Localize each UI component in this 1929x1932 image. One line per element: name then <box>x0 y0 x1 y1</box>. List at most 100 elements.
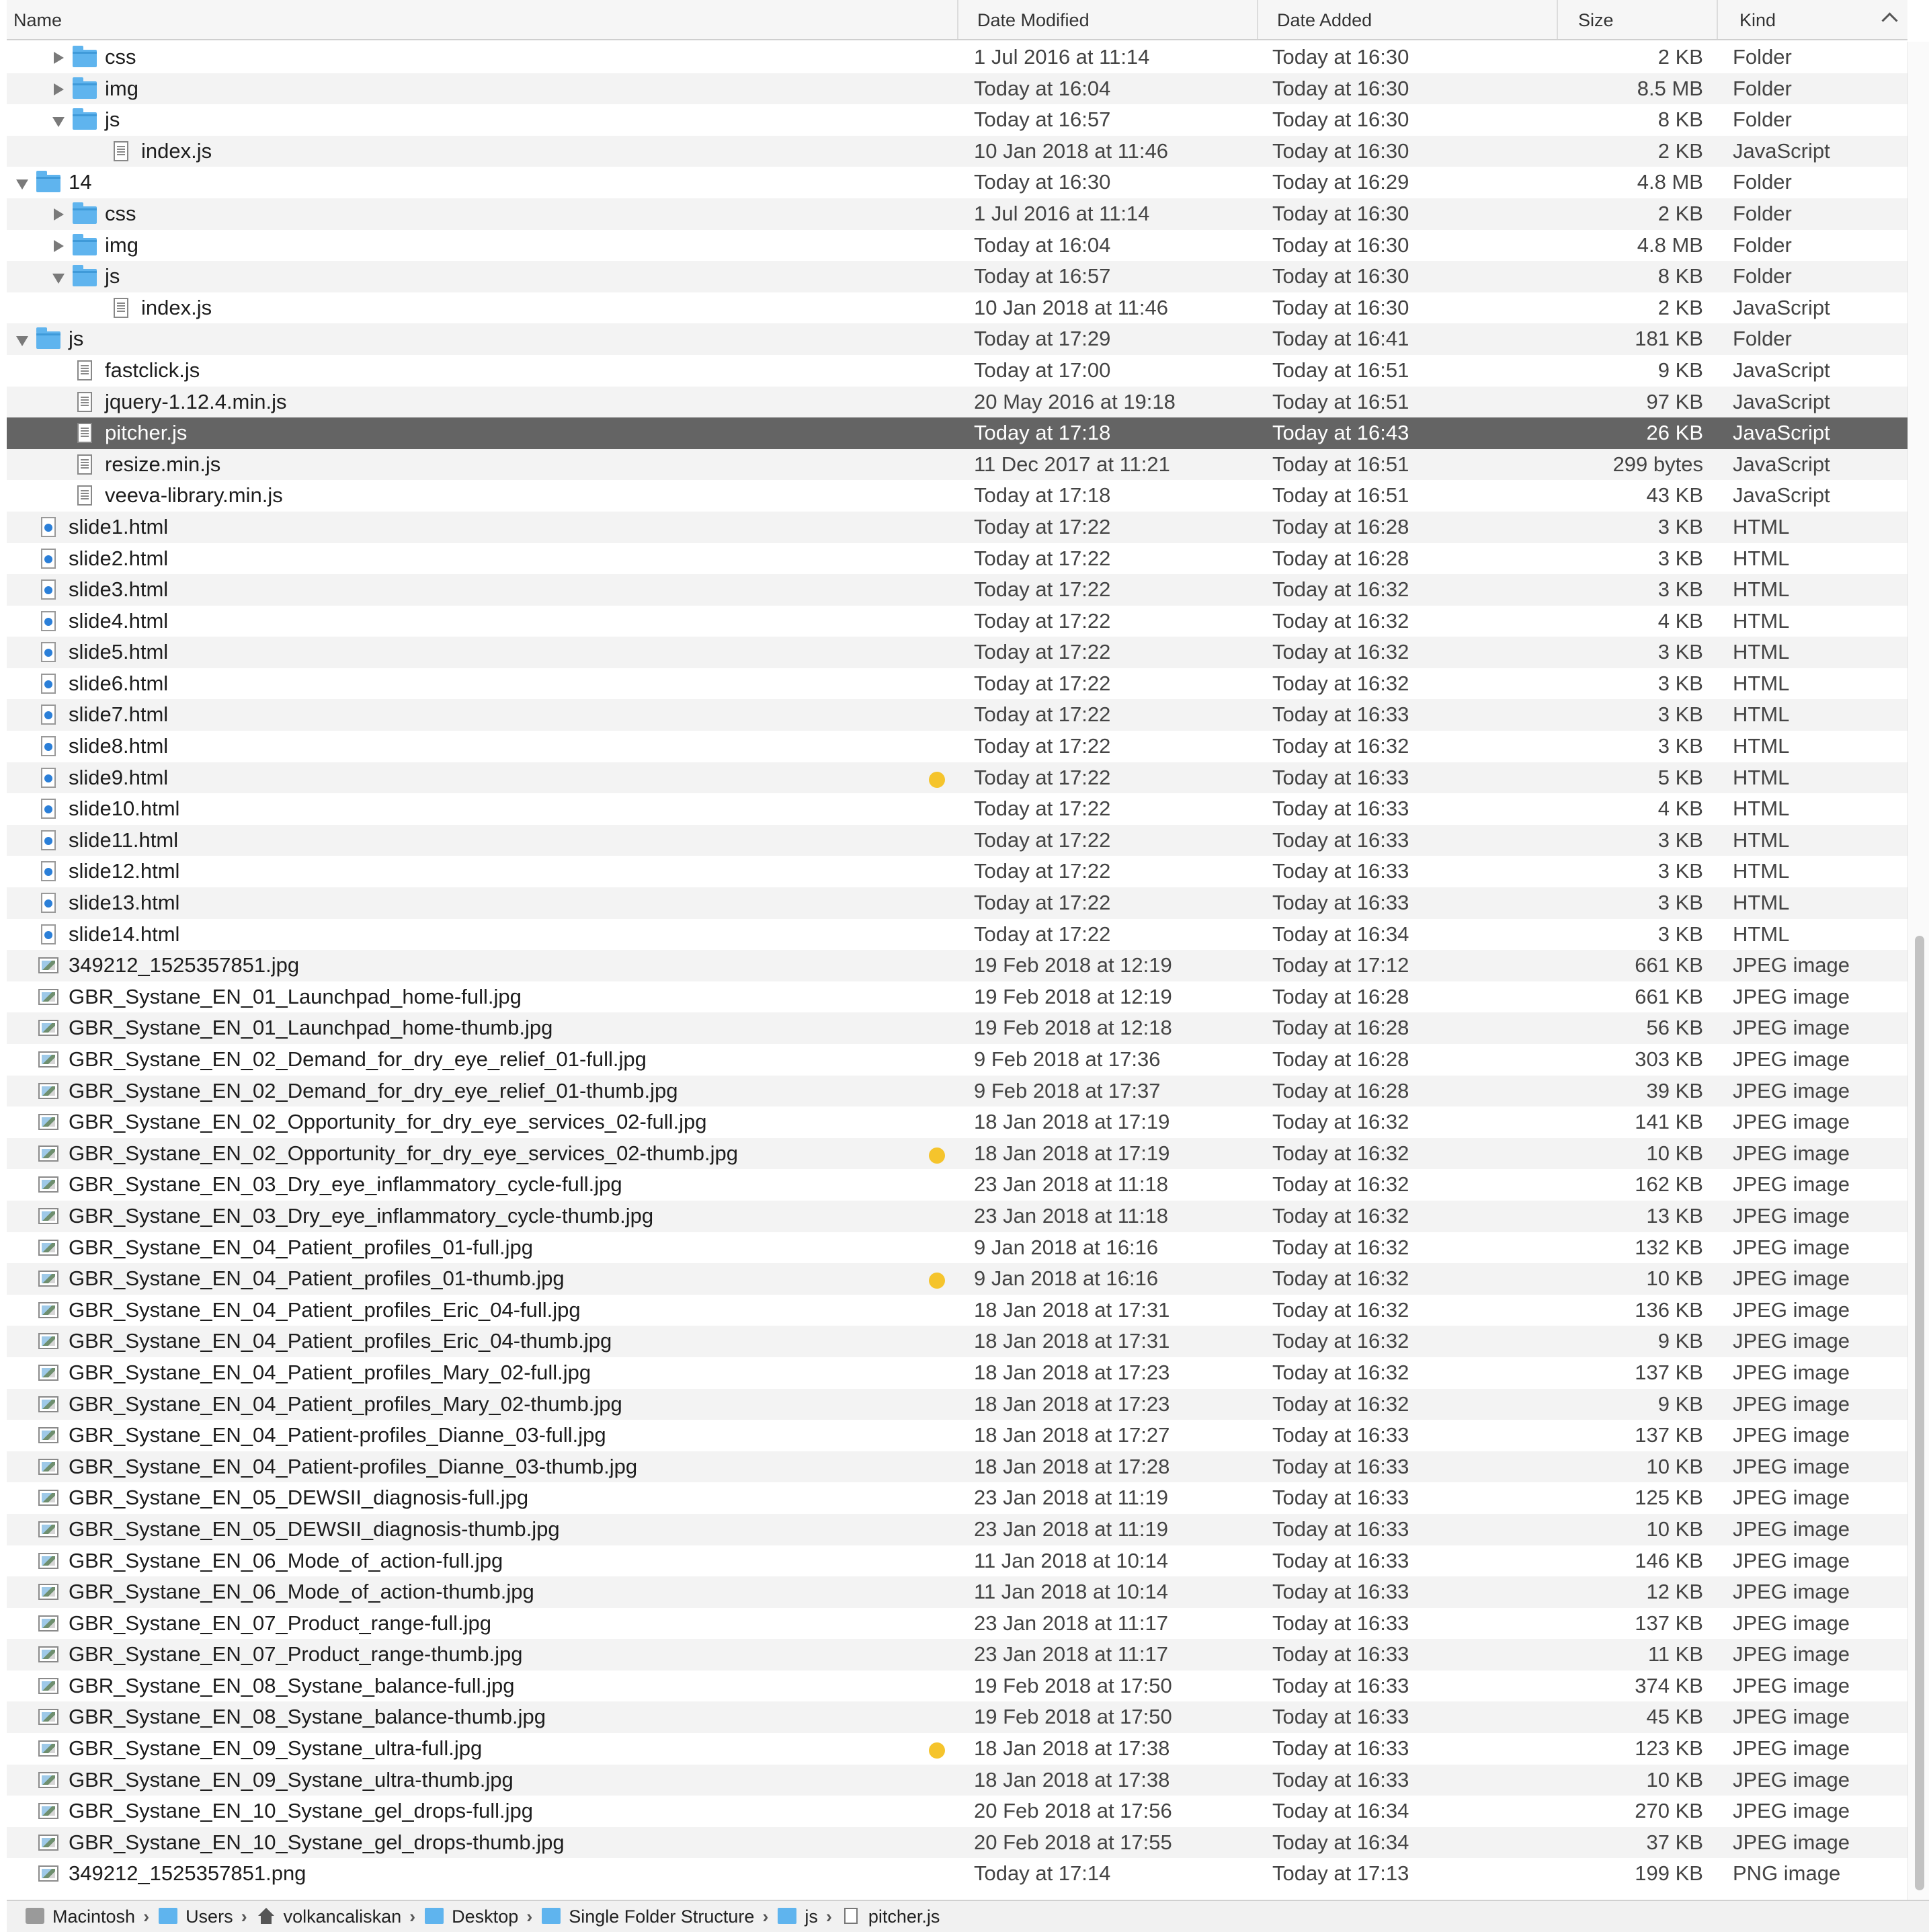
table-row[interactable]: GBR_Systane_EN_06_Mode_of_action-thumb.j… <box>7 1576 1907 1608</box>
table-row[interactable]: veeva-library.min.js Today at 17:18 Today … <box>7 480 1907 512</box>
disclosure-closed-icon[interactable] <box>54 239 64 252</box>
disclosure-closed-icon[interactable] <box>54 208 64 220</box>
disclosure-closed-icon[interactable] <box>54 83 64 95</box>
file-size: 4.8 MB <box>1637 170 1703 194</box>
javascript-file-icon <box>77 485 92 506</box>
table-row[interactable]: GBR_Systane_EN_09_Systane_ultra-full.jpg… <box>7 1733 1907 1765</box>
table-row[interactable]: GBR_Systane_EN_04_Patient-profiles_Diann… <box>7 1451 1907 1483</box>
table-row[interactable]: GBR_Systane_EN_02_Opportunity_for_dry_ey… <box>7 1137 1907 1170</box>
file-kind: JavaScript <box>1733 295 1830 319</box>
table-row[interactable]: slide3.html Today at 17:22 Today at 16:32 3… <box>7 574 1907 606</box>
table-row[interactable]: GBR_Systane_EN_05_DEWSII_diagnosis-thumb… <box>7 1513 1907 1545</box>
table-row[interactable]: GBR_Systane_EN_10_Systane_gel_drops-thum… <box>7 1826 1907 1859</box>
table-row[interactable]: slide6.html Today at 17:22 Today at 16:32 3… <box>7 668 1907 700</box>
file-kind: HTML <box>1733 577 1790 602</box>
table-row[interactable]: GBR_Systane_EN_04_Patient_profiles_Mary_… <box>7 1357 1907 1389</box>
table-row[interactable]: js Today at 16:57 Today at 16:30 8 KB Folder <box>7 261 1907 292</box>
table-row[interactable]: slide13.html Today at 17:22 Today at 16:33… <box>7 887 1907 919</box>
breadcrumb-item[interactable]: Single Folder Structure <box>542 1901 754 1932</box>
table-row[interactable]: slide10.html Today at 17:22 Today at 16:33… <box>7 793 1907 825</box>
vertical-scrollbar[interactable] <box>1907 42 1929 1900</box>
table-row[interactable]: pitcher.js Today at 17:18 Today at 16:43 26… <box>7 417 1907 449</box>
breadcrumb-item[interactable]: js <box>778 1901 818 1932</box>
column-kind-header[interactable]: Kind <box>1717 0 1907 39</box>
column-date-modified-header[interactable]: Date Modified <box>957 0 1257 39</box>
table-row[interactable]: GBR_Systane_EN_06_Mode_of_action-full.jp… <box>7 1545 1907 1577</box>
table-row[interactable]: GBR_Systane_EN_04_Patient_profiles_Eric_… <box>7 1294 1907 1326</box>
table-row[interactable]: slide9.html Today at 17:22 Today at 16:33 5… <box>7 762 1907 794</box>
table-row[interactable]: index.js 10 Jan 2018 at 11:46 Today at 16:… <box>7 135 1907 167</box>
table-row[interactable]: GBR_Systane_EN_08_Systane_balance-full.j… <box>7 1670 1907 1702</box>
breadcrumb-item[interactable]: volkancaliskan <box>257 1901 401 1932</box>
table-row[interactable]: index.js 10 Jan 2018 at 11:46 Today at 16:… <box>7 292 1907 324</box>
breadcrumb-item[interactable]: Users <box>159 1901 233 1932</box>
disclosure-closed-icon[interactable] <box>54 52 64 64</box>
table-row[interactable]: css 1 Jul 2016 at 11:14 Today at 16:30 2 KB… <box>7 198 1907 230</box>
table-row[interactable]: jquery-1.12.4.min.js 20 May 2016 at 19:18… <box>7 386 1907 418</box>
breadcrumb-item[interactable]: pitcher.js <box>842 1901 940 1932</box>
image-file-icon <box>38 1364 58 1381</box>
column-name-header[interactable]: Name <box>7 0 957 39</box>
date-added: Today at 16:33 <box>1272 1673 1409 1697</box>
table-row[interactable]: GBR_Systane_EN_02_Demand_for_dry_eye_rel… <box>7 1044 1907 1076</box>
disclosure-open-icon[interactable] <box>16 179 28 190</box>
table-row[interactable]: GBR_Systane_EN_03_Dry_eye_inflammatory_c… <box>7 1169 1907 1201</box>
table-row[interactable]: slide2.html Today at 17:22 Today at 16:28 3… <box>7 542 1907 575</box>
table-row[interactable]: img Today at 16:04 Today at 16:30 4.8 MB Fol… <box>7 229 1907 261</box>
date-modified: Today at 17:18 <box>974 421 1111 445</box>
table-row[interactable]: 349212_1525357851.png Today at 17:14 Today… <box>7 1858 1907 1890</box>
breadcrumb-item[interactable]: Desktop <box>425 1901 518 1932</box>
image-file-icon <box>38 1301 58 1318</box>
table-row[interactable]: slide14.html Today at 17:22 Today at 16:34… <box>7 918 1907 951</box>
file-size: 3 KB <box>1657 891 1703 915</box>
table-row[interactable]: GBR_Systane_EN_04_Patient-profiles_Diann… <box>7 1420 1907 1451</box>
table-row[interactable]: GBR_Systane_EN_04_Patient_profiles_Eric_… <box>7 1326 1907 1357</box>
table-row[interactable]: 14 Today at 16:30 Today at 16:29 4.8 MB Fold… <box>7 167 1907 198</box>
table-row[interactable]: fastclick.js Today at 17:00 Today at 16:51… <box>7 354 1907 387</box>
disclosure-open-icon[interactable] <box>52 117 65 128</box>
table-row[interactable]: GBR_Systane_EN_02_Demand_for_dry_eye_rel… <box>7 1075 1907 1107</box>
table-row[interactable]: GBR_Systane_EN_07_Product_range-full.jpg… <box>7 1607 1907 1640</box>
table-row[interactable]: GBR_Systane_EN_03_Dry_eye_inflammatory_c… <box>7 1200 1907 1232</box>
disclosure-open-icon[interactable] <box>52 274 65 284</box>
html-file-icon <box>41 516 56 537</box>
table-row[interactable]: GBR_Systane_EN_10_Systane_gel_drops-full… <box>7 1796 1907 1827</box>
table-row[interactable]: 349212_1525357851.jpg 19 Feb 2018 at 12:1… <box>7 950 1907 981</box>
file-name: GBR_Systane_EN_06_Mode_of_action-thumb.j… <box>69 1580 534 1604</box>
yellow-tag-icon <box>929 1147 945 1164</box>
scrollbar-thumb[interactable] <box>1915 936 1924 1890</box>
table-row[interactable]: slide11.html Today at 17:22 Today at 16:33… <box>7 824 1907 856</box>
table-row[interactable]: GBR_Systane_EN_07_Product_range-thumb.jp… <box>7 1639 1907 1671</box>
file-size: 374 KB <box>1635 1673 1703 1697</box>
table-row[interactable]: GBR_Systane_EN_08_Systane_balance-thumb.… <box>7 1701 1907 1734</box>
date-added: Today at 16:33 <box>1272 1548 1409 1572</box>
table-row[interactable]: resize.min.js 11 Dec 2017 at 11:21 Today a… <box>7 448 1907 481</box>
file-size: 181 KB <box>1635 327 1703 351</box>
table-row[interactable]: GBR_Systane_EN_04_Patient_profiles_01-th… <box>7 1263 1907 1295</box>
table-row[interactable]: img Today at 16:04 Today at 16:30 8.5 MB Fol… <box>7 73 1907 105</box>
table-row[interactable]: GBR_Systane_EN_04_Patient_profiles_Mary_… <box>7 1388 1907 1420</box>
table-row[interactable]: GBR_Systane_EN_01_Launchpad_home-full.jp… <box>7 981 1907 1013</box>
table-row[interactable]: GBR_Systane_EN_05_DEWSII_diagnosis-full.… <box>7 1482 1907 1514</box>
table-row[interactable]: slide7.html Today at 17:22 Today at 16:33 3… <box>7 699 1907 731</box>
file-kind: JPEG image <box>1733 1580 1850 1604</box>
table-row[interactable]: GBR_Systane_EN_09_Systane_ultra-thumb.jp… <box>7 1764 1907 1796</box>
table-row[interactable]: js Today at 16:57 Today at 16:30 8 KB Folder <box>7 104 1907 136</box>
disclosure-open-icon[interactable] <box>16 336 28 347</box>
table-row[interactable]: css 1 Jul 2016 at 11:14 Today at 16:30 2 KB… <box>7 42 1907 73</box>
table-row[interactable]: GBR_Systane_EN_04_Patient_profiles_01-fu… <box>7 1232 1907 1264</box>
table-row[interactable]: slide4.html Today at 17:22 Today at 16:32 4… <box>7 605 1907 637</box>
table-row[interactable]: GBR_Systane_EN_01_Launchpad_home-thumb.j… <box>7 1012 1907 1044</box>
table-row[interactable]: slide12.html Today at 17:22 Today at 16:33… <box>7 856 1907 888</box>
table-row[interactable]: slide1.html Today at 17:22 Today at 16:28 3… <box>7 511 1907 543</box>
breadcrumb-item[interactable]: Macintosh <box>26 1901 135 1932</box>
file-size: 2 KB <box>1657 45 1703 69</box>
table-row[interactable]: GBR_Systane_EN_02_Opportunity_for_dry_ey… <box>7 1106 1907 1138</box>
table-row[interactable]: slide5.html Today at 17:22 Today at 16:32 3… <box>7 637 1907 668</box>
column-size-header[interactable]: Size <box>1557 0 1717 39</box>
table-row[interactable]: js Today at 17:29 Today at 16:41 181 KB Fold… <box>7 323 1907 355</box>
column-date-added-header[interactable]: Date Added <box>1257 0 1557 39</box>
table-row[interactable]: slide8.html Today at 17:22 Today at 16:32 3… <box>7 731 1907 762</box>
date-added: Today at 16:28 <box>1272 514 1409 538</box>
breadcrumb-chevron-icon: › <box>409 1906 416 1927</box>
